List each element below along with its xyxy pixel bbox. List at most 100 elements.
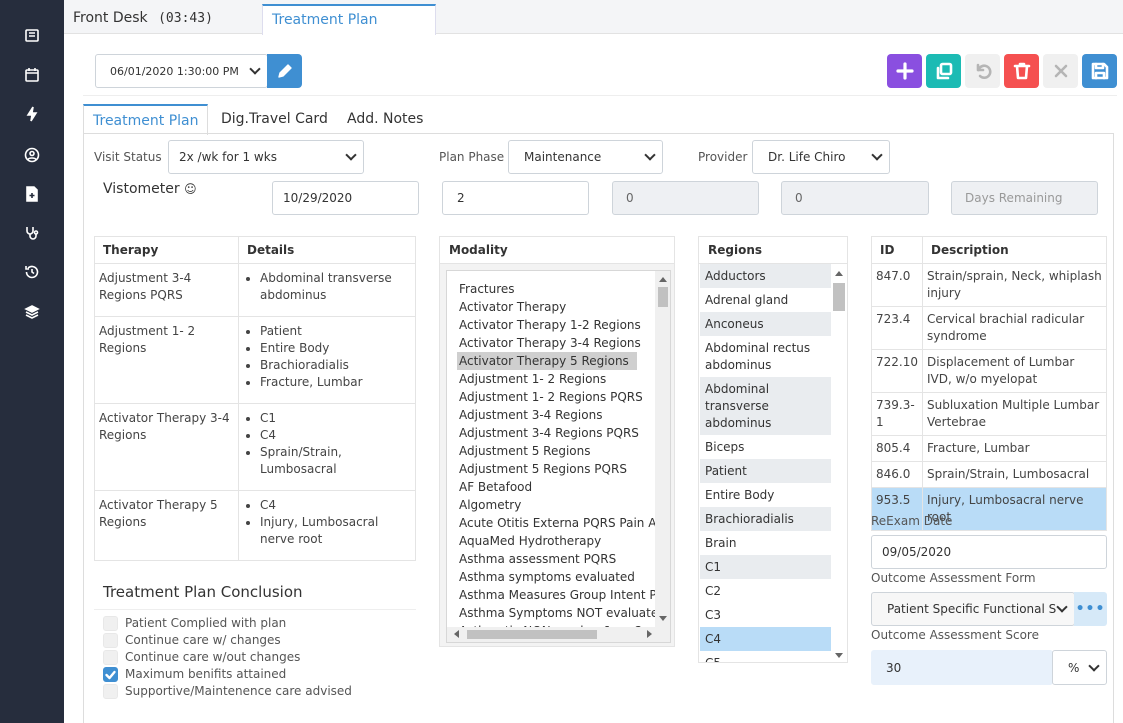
region-item[interactable]: Abdominal transverse abdominus bbox=[700, 377, 831, 435]
modality-item[interactable]: Adjustment 5 Regions bbox=[459, 442, 591, 460]
modality-item[interactable]: Asthma Symptoms NOT evaluated bbox=[459, 604, 666, 622]
scroll-down-icon[interactable] bbox=[835, 653, 843, 658]
checkbox[interactable] bbox=[103, 650, 118, 665]
vistometer-date-input[interactable]: 10/29/2020 bbox=[272, 181, 419, 215]
undo-button[interactable] bbox=[965, 54, 1000, 88]
scroll-thumb[interactable] bbox=[833, 283, 845, 311]
table-row[interactable]: Activator Therapy 5 Regions C4 Injury, L… bbox=[94, 490, 416, 561]
diagnosis-id: 723.4 bbox=[871, 306, 923, 350]
regions-vertical-scrollbar[interactable] bbox=[831, 265, 846, 662]
scroll-up-icon[interactable] bbox=[835, 271, 843, 276]
checkbox-checked[interactable] bbox=[103, 667, 118, 682]
region-item[interactable]: Entire Body bbox=[700, 483, 831, 507]
more-options-button[interactable]: ••• bbox=[1074, 592, 1107, 626]
table-row[interactable]: Adjustment 1- 2 Regions Patient Entire B… bbox=[94, 316, 416, 404]
table-row[interactable]: 805.4 Fracture, Lumbar bbox=[871, 435, 1107, 462]
lightning-icon[interactable] bbox=[22, 104, 42, 124]
outcome-form-select[interactable]: Patient Specific Functional S bbox=[871, 592, 1075, 626]
datetime-select[interactable]: 06/01/2020 1:30:00 PM bbox=[95, 54, 268, 88]
modality-item[interactable]: Adjustment 5 Regions PQRS bbox=[459, 460, 627, 478]
tab-treatment-plan[interactable]: Treatment Plan bbox=[262, 4, 436, 35]
modality-vertical-scrollbar[interactable] bbox=[655, 271, 670, 627]
chevron-down-icon bbox=[871, 149, 883, 161]
modality-item[interactable]: Asthma Measures Group Intent PC bbox=[459, 586, 665, 604]
save-button[interactable] bbox=[1082, 54, 1117, 88]
region-item[interactable]: Patient bbox=[700, 459, 831, 483]
modality-item[interactable]: Activator Therapy 1-2 Regions bbox=[459, 316, 641, 334]
history-icon[interactable] bbox=[22, 262, 42, 282]
plan-phase-select[interactable]: Maintenance bbox=[508, 140, 663, 174]
modality-item[interactable]: Activator Therapy bbox=[459, 298, 566, 316]
region-item[interactable]: C5 bbox=[700, 651, 831, 662]
modality-item[interactable]: Algometry bbox=[459, 496, 521, 514]
provider-select[interactable]: Dr. Life Chiro bbox=[752, 140, 890, 174]
tab-dig-travel-card[interactable]: Dig.Travel Card bbox=[221, 104, 328, 134]
region-item[interactable]: Adrenal gland bbox=[700, 288, 831, 312]
table-row[interactable]: 846.0 Sprain/Strain, Lumbosacral bbox=[871, 461, 1107, 488]
diagnosis-description: Subluxation Multiple Lumbar Vertebrae bbox=[922, 392, 1107, 436]
user-circle-icon[interactable] bbox=[22, 145, 42, 165]
region-item[interactable]: C3 bbox=[700, 603, 831, 627]
vistometer-count-input[interactable]: 2 bbox=[442, 181, 589, 215]
table-row[interactable]: 847.0 Strain/sprain, Neck, whiplash injur… bbox=[871, 263, 1107, 307]
modality-item[interactable]: Activator Therapy 3-4 Regions bbox=[459, 334, 641, 352]
checkbox[interactable] bbox=[103, 684, 118, 699]
table-row[interactable]: 739.3-1 Subluxation Multiple Lumbar Verte… bbox=[871, 392, 1107, 436]
copy-button[interactable] bbox=[926, 54, 961, 88]
close-icon bbox=[1054, 64, 1067, 78]
region-item[interactable]: Biceps bbox=[700, 435, 831, 459]
outcome-unit-select[interactable]: % bbox=[1052, 650, 1107, 685]
scroll-left-icon[interactable] bbox=[454, 630, 459, 638]
scroll-down-icon[interactable] bbox=[659, 616, 667, 621]
delete-button[interactable] bbox=[1004, 54, 1039, 88]
scroll-up-icon[interactable] bbox=[659, 277, 667, 282]
regions-list[interactable]: Adductors Adrenal gland Anconeus Abdominal … bbox=[698, 263, 848, 663]
modality-item[interactable]: Activator Therapy 5 Regions bbox=[457, 352, 637, 370]
modality-horizontal-scrollbar[interactable] bbox=[447, 627, 670, 642]
modality-item[interactable]: Adjustment 1- 2 Regions PQRS bbox=[459, 388, 643, 406]
region-item[interactable]: C2 bbox=[700, 579, 831, 603]
stethoscope-icon[interactable] bbox=[22, 223, 42, 243]
book-icon[interactable] bbox=[22, 26, 42, 46]
modality-item[interactable]: AquaMed Hydrotherapy bbox=[459, 532, 601, 550]
tab-treatment-plan-label: Treatment Plan bbox=[272, 12, 378, 28]
modality-item[interactable]: Adjustment 3-4 Regions PQRS bbox=[459, 424, 639, 442]
modality-item[interactable]: Asthma symptoms evaluated bbox=[459, 568, 635, 586]
modality-item[interactable]: Adjustment 1- 2 Regions bbox=[459, 370, 606, 388]
diagnosis-id: 805.4 bbox=[871, 435, 923, 462]
checkbox[interactable] bbox=[103, 616, 118, 631]
table-row[interactable]: Activator Therapy 3-4 Regions C1 C4 Spra… bbox=[94, 403, 416, 491]
modality-item[interactable]: Asthma assessment PQRS bbox=[459, 550, 616, 568]
outcome-score-input[interactable]: 30 bbox=[871, 650, 1053, 685]
region-item[interactable]: Anconeus bbox=[700, 312, 831, 336]
calendar-icon[interactable] bbox=[22, 65, 42, 85]
region-item[interactable]: Brachioradialis bbox=[700, 507, 831, 531]
modality-item[interactable]: AF Betafood bbox=[459, 478, 532, 496]
modality-list[interactable]: Fractures Activator Therapy Activator Ther… bbox=[446, 270, 671, 643]
layers-icon[interactable] bbox=[22, 302, 42, 322]
reexam-date-input[interactable]: 09/05/2020 bbox=[871, 535, 1107, 569]
tab-treatment-plan-sub[interactable]: Treatment Plan bbox=[83, 104, 209, 135]
region-item[interactable]: C1 bbox=[700, 555, 831, 579]
edit-button[interactable] bbox=[267, 54, 302, 88]
modality-item[interactable]: Acute Otitis Externa PQRS Pain Ass bbox=[459, 514, 669, 532]
table-row[interactable]: Adjustment 3-4 Regions PQRS Abdominal tr… bbox=[94, 263, 416, 317]
region-item[interactable]: C4 bbox=[700, 627, 831, 651]
table-row[interactable]: 723.4 Cervical brachial radicular syndrom… bbox=[871, 306, 1107, 350]
region-item[interactable]: Brain bbox=[700, 531, 831, 555]
scroll-thumb[interactable] bbox=[467, 630, 597, 639]
table-row[interactable]: 722.10 Displacement of Lumbar IVD, w/o my… bbox=[871, 349, 1107, 393]
visit-status-select[interactable]: 2x /wk for 1 wks bbox=[168, 140, 364, 174]
tab-front-desk[interactable]: Front Desk (03:43) bbox=[73, 4, 213, 34]
modality-item[interactable]: Fractures bbox=[459, 280, 515, 298]
tab-add-notes[interactable]: Add. Notes bbox=[347, 104, 423, 134]
medical-file-icon[interactable] bbox=[22, 184, 42, 204]
region-item[interactable]: Adductors bbox=[700, 264, 831, 288]
checkbox[interactable] bbox=[103, 633, 118, 648]
add-button[interactable] bbox=[887, 54, 922, 88]
modality-item[interactable]: Adjustment 3-4 Regions bbox=[459, 406, 602, 424]
scroll-thumb[interactable] bbox=[658, 287, 668, 307]
region-item[interactable]: Abdominal rectus abdominus bbox=[700, 336, 831, 377]
scroll-right-icon[interactable] bbox=[647, 630, 652, 638]
cancel-button[interactable] bbox=[1043, 54, 1078, 88]
